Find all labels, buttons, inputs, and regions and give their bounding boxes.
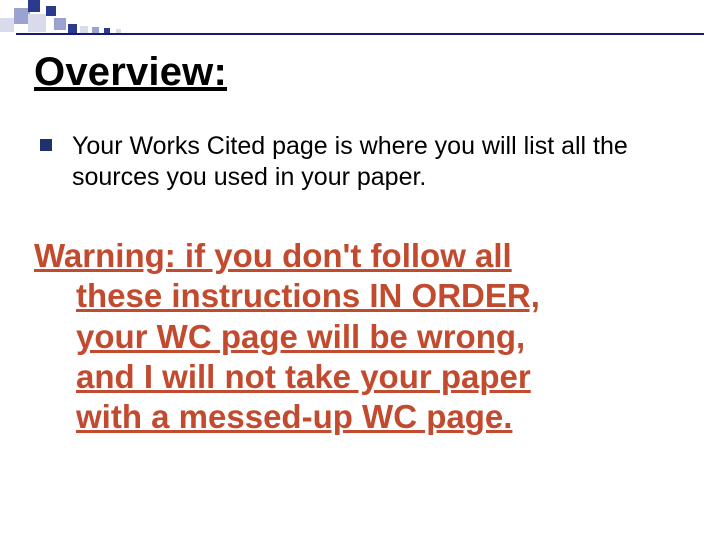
warning-line: and I will not take your paper — [34, 357, 686, 397]
slide-corner-decoration — [0, 0, 160, 34]
warning-line: your WC page will be wrong, — [34, 317, 686, 357]
warning-paragraph: Warning: if you don't follow all these i… — [34, 236, 686, 437]
warning-line: with a messed-up WC page. — [34, 397, 686, 437]
bullet-text: Your Works Cited page is where you will … — [72, 131, 686, 192]
slide-heading: Overview: — [34, 50, 686, 95]
bullet-item: Your Works Cited page is where you will … — [34, 131, 686, 192]
warning-line: Warning: if you don't follow all — [34, 236, 686, 276]
divider-line — [16, 33, 704, 35]
square-bullet-icon — [40, 139, 52, 151]
slide-content: Overview: Your Works Cited page is where… — [34, 50, 686, 437]
warning-line: these instructions IN ORDER, — [34, 276, 686, 316]
